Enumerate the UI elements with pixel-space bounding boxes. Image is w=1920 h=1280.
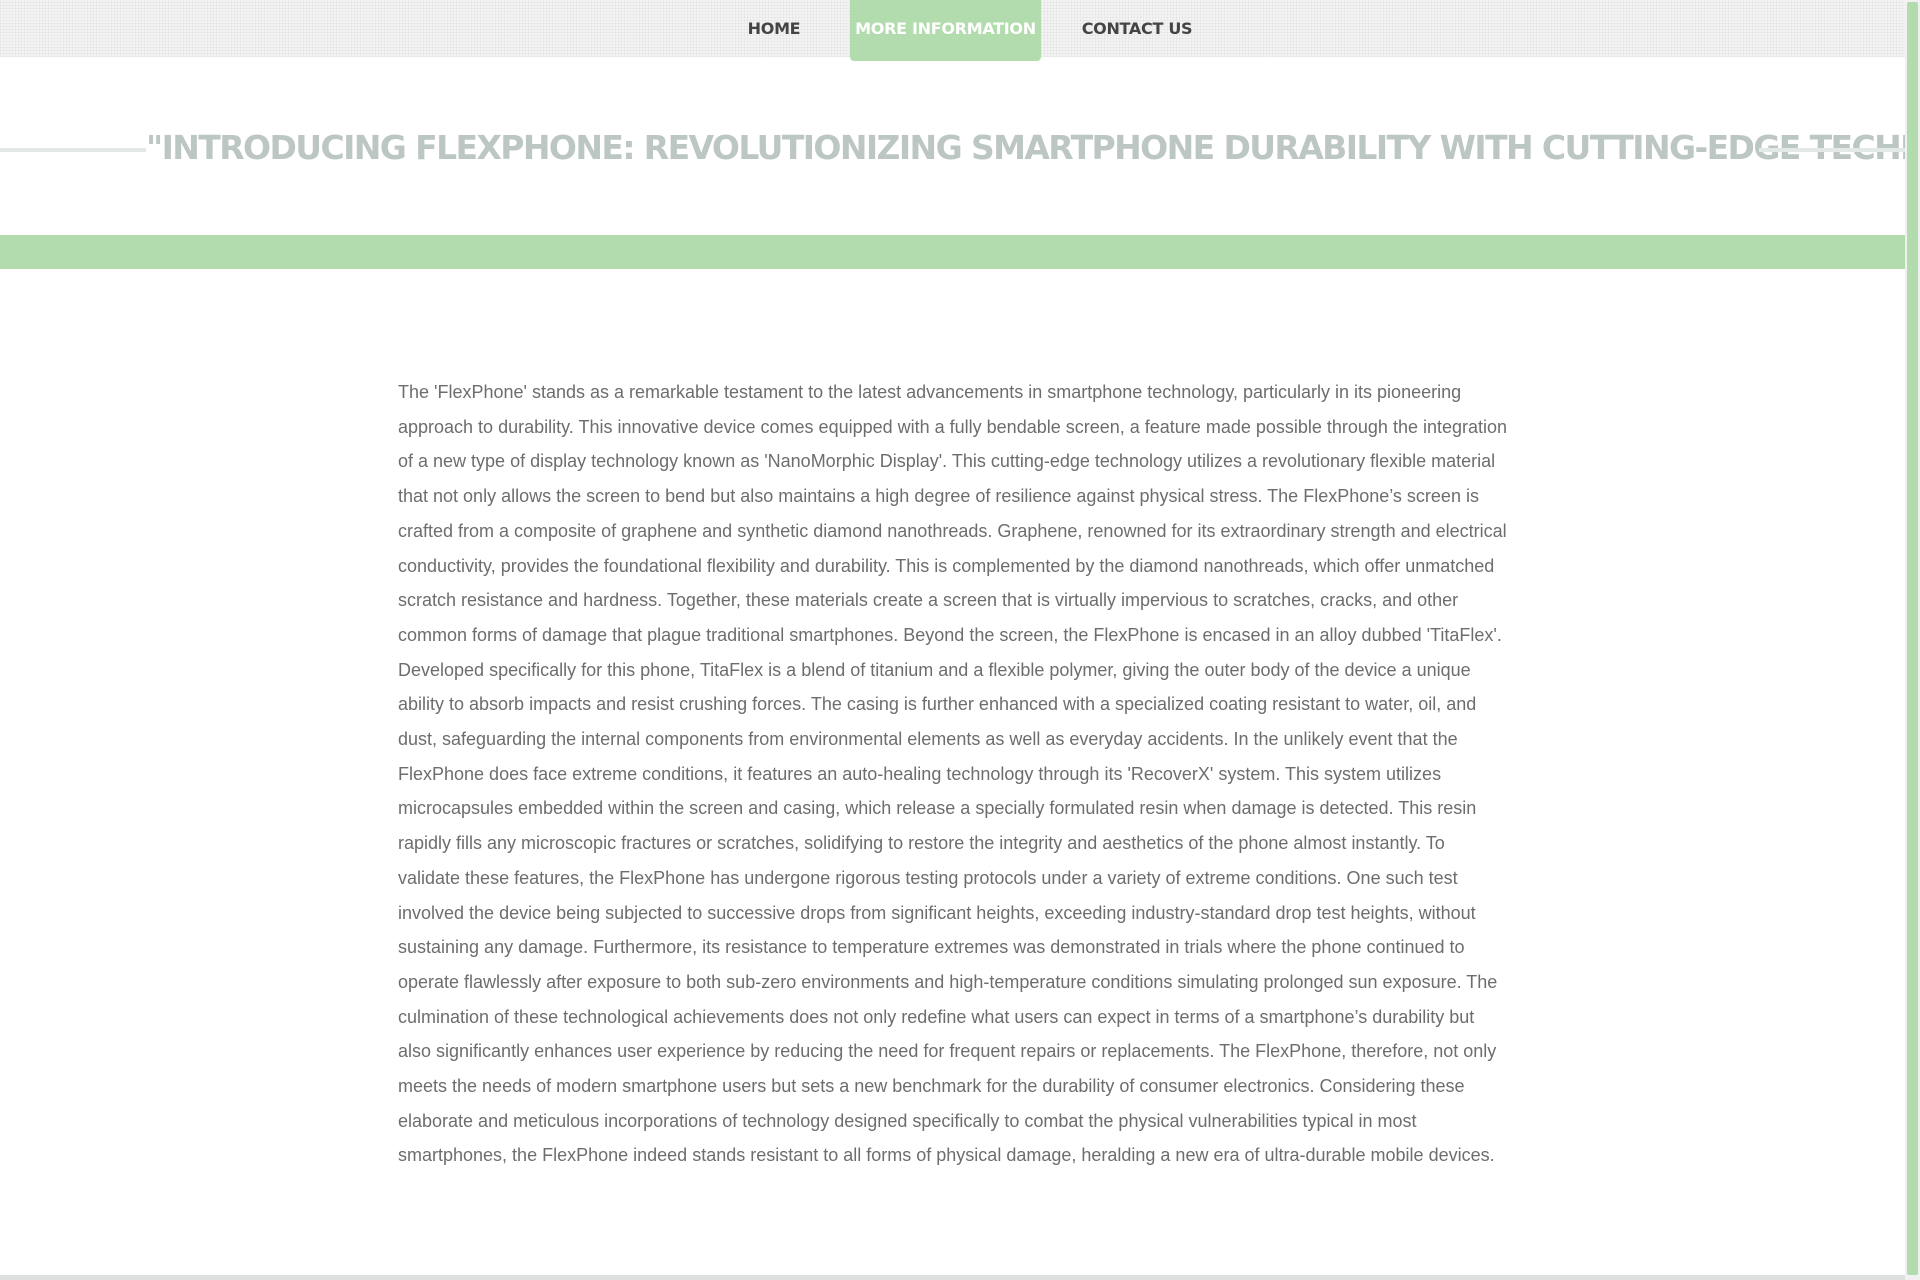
nav-contact-us-link[interactable]: CONTACT US (1061, 0, 1213, 57)
title-divider-left (0, 148, 146, 152)
title-divider-right (1759, 148, 1905, 152)
scrollbar-thumb[interactable] (1907, 2, 1918, 1275)
page-title: "INTRODUCING FLEXPHONE: REVOLUTIONIZING … (146, 128, 1920, 167)
accent-band (0, 235, 1905, 269)
vertical-scrollbar[interactable] (1905, 0, 1920, 1280)
nav-home-link[interactable]: HOME (718, 0, 830, 57)
browser-viewport: HOME MORE INFORMATION CONTACT US "INTROD… (0, 0, 1920, 1280)
article-body: The 'FlexPhone' stands as a remarkable t… (398, 382, 1508, 1166)
page: HOME MORE INFORMATION CONTACT US "INTROD… (0, 0, 1920, 1280)
nav-more-information-link[interactable]: MORE INFORMATION (850, 0, 1041, 61)
top-navigation: HOME MORE INFORMATION CONTACT US (0, 0, 1905, 61)
footer-divider (0, 1275, 1905, 1280)
